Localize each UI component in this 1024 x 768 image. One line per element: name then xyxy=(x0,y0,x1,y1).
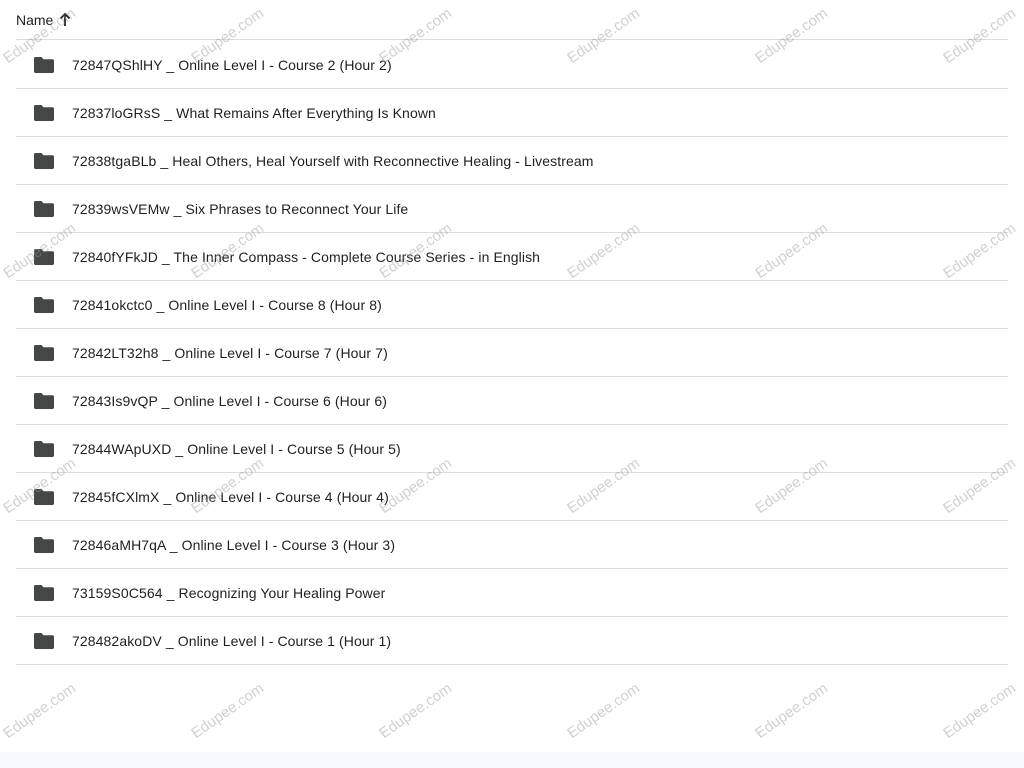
folder-name: 72838tgaBLb _ Heal Others, Heal Yourself… xyxy=(72,152,594,169)
arrow-up-icon[interactable] xyxy=(59,12,71,27)
folder-name: 73159S0C564 _ Recognizing Your Healing P… xyxy=(72,584,386,601)
name-column-header[interactable]: Name xyxy=(16,12,71,28)
folder-icon xyxy=(33,200,55,218)
folder-row[interactable]: 72837loGRsS _ What Remains After Everyth… xyxy=(16,89,1008,137)
folder-row[interactable]: 72841okctc0 _ Online Level I - Course 8 … xyxy=(16,281,1008,329)
name-column-label: Name xyxy=(16,11,54,28)
folder-icon xyxy=(33,440,55,458)
folder-row[interactable]: 72845fCXlmX _ Online Level I - Course 4 … xyxy=(16,473,1008,521)
watermark-text: Edupee.com xyxy=(940,679,1020,742)
folder-icon xyxy=(33,392,55,410)
folder-icon xyxy=(33,632,55,650)
folder-row[interactable]: 72840fYFkJD _ The Inner Compass - Comple… xyxy=(16,233,1008,281)
folder-name: 72841okctc0 _ Online Level I - Course 8 … xyxy=(72,296,382,313)
folder-icon xyxy=(33,584,55,602)
folder-name: 72839wsVEMw _ Six Phrases to Reconnect Y… xyxy=(72,200,409,217)
watermark-text: Edupee.com xyxy=(376,679,456,742)
folder-row[interactable]: 72844WApUXD _ Online Level I - Course 5 … xyxy=(16,425,1008,473)
folder-name: 72840fYFkJD _ The Inner Compass - Comple… xyxy=(72,248,541,265)
folder-icon xyxy=(33,536,55,554)
folder-name: 72846aMH7qA _ Online Level I - Course 3 … xyxy=(72,536,396,553)
folder-row[interactable]: 72839wsVEMw _ Six Phrases to Reconnect Y… xyxy=(16,185,1008,233)
folder-name: 728482akoDV _ Online Level I - Course 1 … xyxy=(72,632,392,649)
folder-row[interactable]: 72847QShlHY _ Online Level I - Course 2 … xyxy=(16,41,1008,89)
folder-icon xyxy=(33,296,55,314)
folder-name: 72847QShlHY _ Online Level I - Course 2 … xyxy=(72,56,392,73)
folder-icon xyxy=(33,488,55,506)
list-header: Name xyxy=(16,0,1008,40)
file-list-page: Name 72847QShlHY _ Online Level I - Cour… xyxy=(0,0,1024,768)
folder-row[interactable]: 72843Is9vQP _ Online Level I - Course 6 … xyxy=(16,377,1008,425)
folder-row[interactable]: 72846aMH7qA _ Online Level I - Course 3 … xyxy=(16,521,1008,569)
watermark-text: Edupee.com xyxy=(564,679,644,742)
folder-list: 72847QShlHY _ Online Level I - Course 2 … xyxy=(16,41,1008,665)
folder-row[interactable]: 72838tgaBLb _ Heal Others, Heal Yourself… xyxy=(16,137,1008,185)
folder-icon xyxy=(33,152,55,170)
folder-name: 72844WApUXD _ Online Level I - Course 5 … xyxy=(72,440,401,457)
folder-row[interactable]: 728482akoDV _ Online Level I - Course 1 … xyxy=(16,617,1008,665)
folder-name: 72843Is9vQP _ Online Level I - Course 6 … xyxy=(72,392,388,409)
folder-row[interactable]: 72842LT32h8 _ Online Level I - Course 7 … xyxy=(16,329,1008,377)
folder-icon xyxy=(33,248,55,266)
folder-icon xyxy=(33,104,55,122)
folder-icon xyxy=(33,56,55,74)
footer-strip xyxy=(0,752,1024,768)
watermark-text: Edupee.com xyxy=(752,679,832,742)
watermark-text: Edupee.com xyxy=(188,679,268,742)
watermark-text: Edupee.com xyxy=(0,679,80,742)
folder-row[interactable]: 73159S0C564 _ Recognizing Your Healing P… xyxy=(16,569,1008,617)
folder-name: 72842LT32h8 _ Online Level I - Course 7 … xyxy=(72,344,388,361)
folder-name: 72837loGRsS _ What Remains After Everyth… xyxy=(72,104,436,121)
folder-icon xyxy=(33,344,55,362)
folder-name: 72845fCXlmX _ Online Level I - Course 4 … xyxy=(72,488,389,505)
